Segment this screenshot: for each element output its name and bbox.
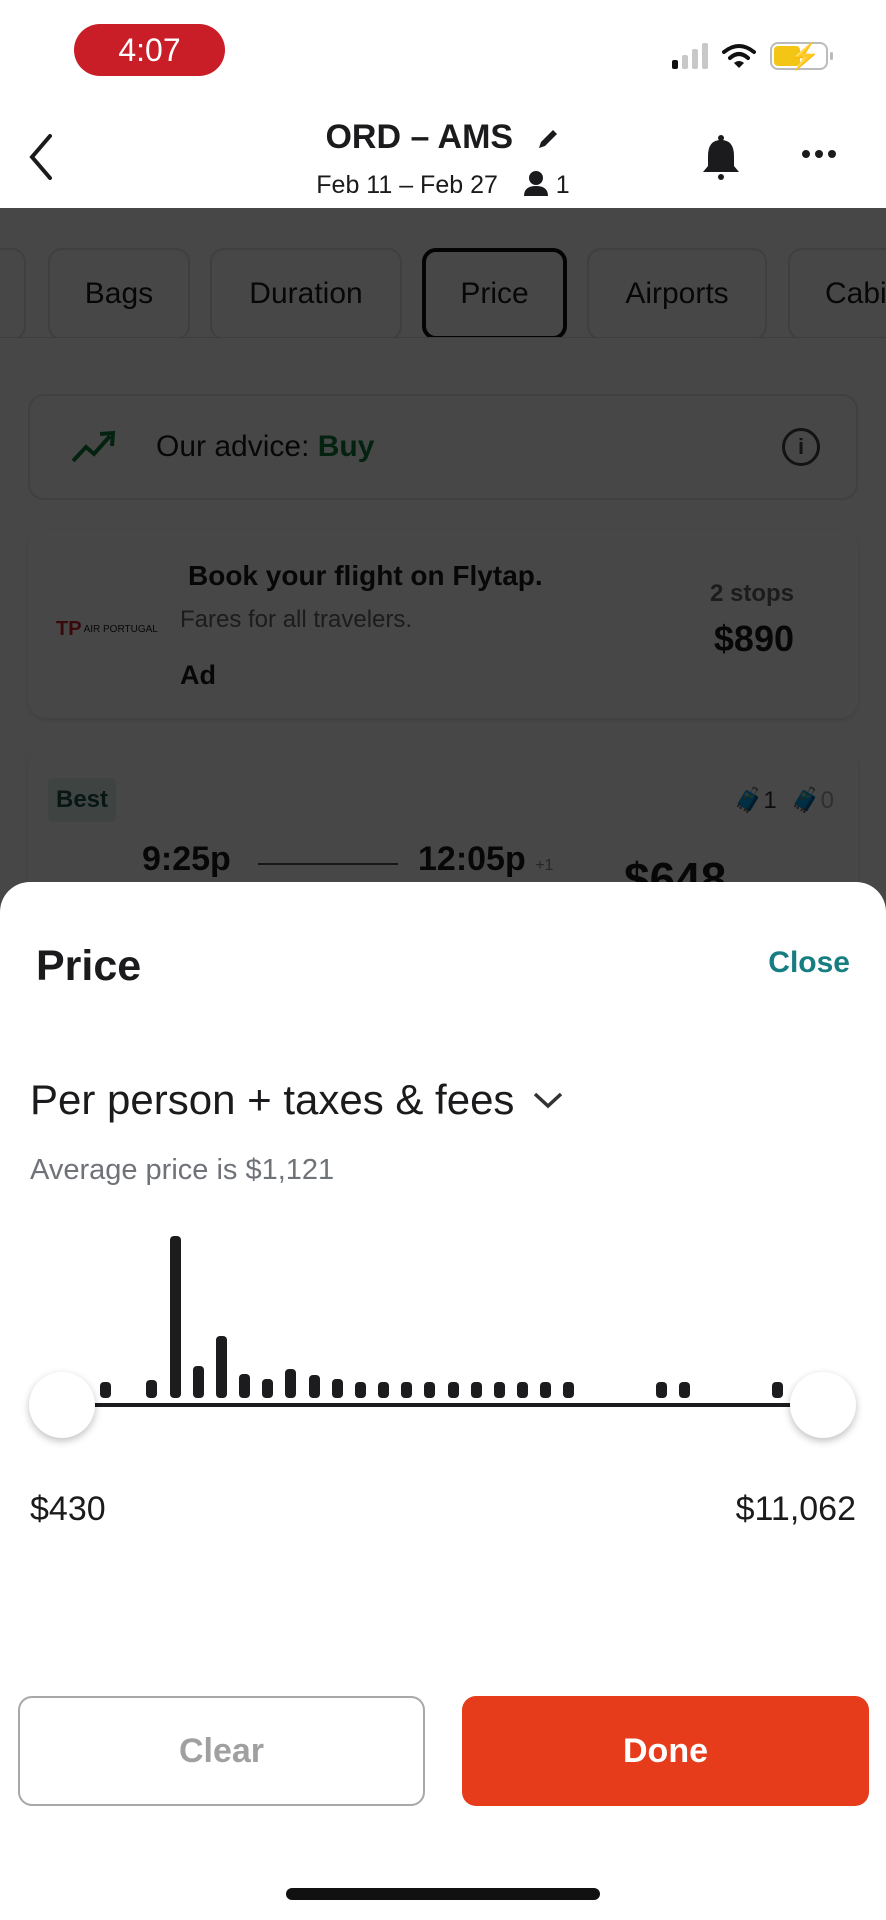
histogram-bar xyxy=(540,1381,552,1398)
home-indicator xyxy=(286,1888,600,1900)
min-price-label: $430 xyxy=(30,1490,106,1528)
wifi-icon xyxy=(722,44,756,68)
price-histogram xyxy=(0,1212,886,1412)
close-button[interactable]: Close xyxy=(768,946,850,980)
histogram-bar xyxy=(656,1381,668,1398)
charging-bolt-icon: ⚡ xyxy=(788,41,821,71)
histogram-bar xyxy=(239,1373,251,1398)
histogram-bar xyxy=(493,1381,505,1398)
histogram-bar xyxy=(772,1381,783,1398)
more-options-icon[interactable] xyxy=(802,150,836,158)
histogram-bar xyxy=(215,1336,227,1398)
trip-dates: Feb 11 – Feb 27 xyxy=(316,171,498,199)
histogram-bar xyxy=(424,1381,436,1398)
histogram-bar xyxy=(378,1381,390,1398)
bell-icon[interactable] xyxy=(700,134,742,182)
battery-icon: ⚡ xyxy=(770,41,833,71)
done-button[interactable]: Done xyxy=(462,1696,869,1806)
histogram-bar xyxy=(354,1381,366,1398)
histogram-bar xyxy=(169,1236,181,1398)
min-price-handle[interactable] xyxy=(29,1372,95,1438)
histogram-bar xyxy=(285,1368,297,1398)
histogram-bar xyxy=(563,1381,575,1398)
max-price-handle[interactable] xyxy=(790,1372,856,1438)
traveler-count: 1 xyxy=(555,171,570,199)
edit-icon[interactable] xyxy=(535,126,561,152)
histogram-bar xyxy=(146,1380,158,1398)
status-time: 4:07 xyxy=(74,24,225,76)
cellular-signal-icon xyxy=(672,43,708,69)
histogram-bar xyxy=(679,1381,691,1398)
histogram-bar xyxy=(192,1365,204,1398)
person-icon xyxy=(523,171,548,196)
histogram-bar xyxy=(447,1381,459,1398)
price-mode-label: Per person + taxes & fees xyxy=(30,1076,515,1123)
sheet-title: Price xyxy=(36,942,142,990)
route-text: ORD – AMS xyxy=(325,118,514,156)
price-mode-dropdown[interactable]: Per person + taxes & fees xyxy=(30,1076,564,1124)
chevron-down-icon xyxy=(534,1092,563,1109)
app-header: ORD – AMS Feb 11 – Feb 27 1 xyxy=(0,100,886,208)
screen: 4:07 ⚡ ORD – AMS Feb 11 – Feb 27 1 Price… xyxy=(0,0,886,1920)
histogram-bar xyxy=(331,1378,343,1398)
max-price-label: $11,062 xyxy=(735,1490,856,1528)
histogram-bar xyxy=(470,1381,482,1398)
histogram-bar xyxy=(517,1381,529,1398)
histogram-bar xyxy=(401,1381,413,1398)
trip-details: Feb 11 – Feb 27 1 xyxy=(0,170,886,200)
histogram-bar xyxy=(308,1375,320,1398)
histogram-bar xyxy=(100,1381,111,1398)
slider-track[interactable] xyxy=(62,1403,824,1407)
status-icons: ⚡ xyxy=(672,41,833,71)
average-price: Average price is $1,121 xyxy=(30,1154,335,1186)
price-filter-sheet: Price Close Per person + taxes & fees Av… xyxy=(0,882,886,1920)
clear-button[interactable]: Clear xyxy=(18,1696,425,1806)
status-bar: 4:07 ⚡ xyxy=(0,0,886,100)
histogram-bar xyxy=(262,1378,274,1398)
route-title[interactable]: ORD – AMS xyxy=(0,118,886,157)
